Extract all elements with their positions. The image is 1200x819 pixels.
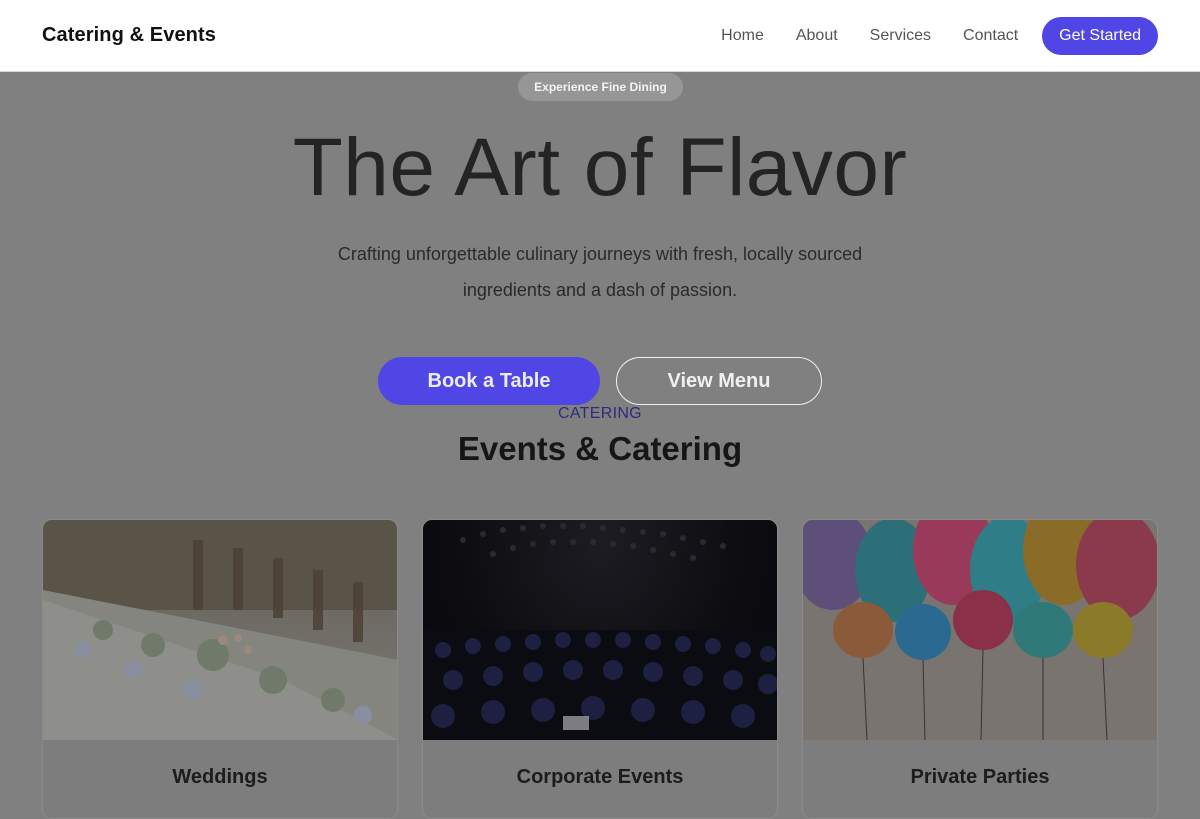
card-corporate-events[interactable]: Corporate Events	[422, 519, 778, 819]
navbar: Catering & Events Home About Services Co…	[0, 0, 1200, 72]
card-private-parties[interactable]: Private Parties	[802, 519, 1158, 819]
book-table-button[interactable]: Book a Table	[378, 357, 600, 405]
nav-link-contact[interactable]: Contact	[963, 27, 1018, 45]
section-eyebrow: CATERING	[558, 405, 642, 422]
card-title: Weddings	[172, 766, 268, 788]
balloons-illustration	[803, 520, 1157, 740]
card-weddings[interactable]: Weddings	[42, 519, 398, 819]
hero-title: The Art of Flavor	[292, 122, 908, 213]
brand-logo[interactable]: Catering & Events	[42, 24, 216, 47]
section-title: Events & Catering	[457, 430, 743, 467]
nav-link-about[interactable]: About	[796, 27, 838, 45]
card-body: Weddings	[43, 740, 397, 815]
hero-section: Experience Fine Dining The Art of Flavor…	[0, 72, 1200, 819]
get-started-button[interactable]: Get Started	[1042, 16, 1158, 55]
view-menu-button[interactable]: View Menu	[616, 357, 822, 405]
hero-subtitle: Crafting unforgettable culinary journeys…	[337, 244, 863, 300]
card-title: Corporate Events	[516, 766, 684, 788]
nav-link-home[interactable]: Home	[721, 27, 764, 45]
wedding-table-illustration	[43, 520, 397, 740]
wedding-table-image	[43, 520, 397, 740]
nav-link-services[interactable]: Services	[870, 27, 931, 45]
conference-audience-image	[423, 520, 777, 740]
card-body: Private Parties	[803, 740, 1157, 815]
card-body: Corporate Events	[423, 740, 777, 815]
nav-links: Home About Services Contact	[721, 27, 1018, 45]
card-title: Private Parties	[910, 766, 1050, 788]
hero-badge: Experience Fine Dining	[518, 73, 683, 101]
conference-audience-illustration	[423, 523, 777, 740]
colorful-balloons-image	[803, 520, 1157, 740]
